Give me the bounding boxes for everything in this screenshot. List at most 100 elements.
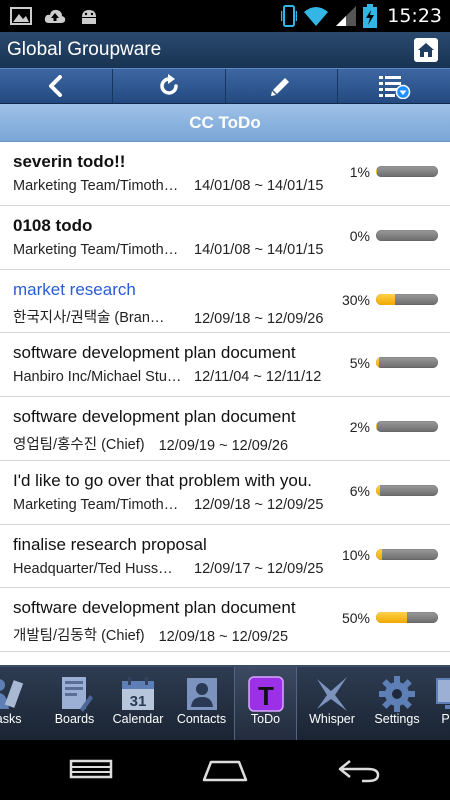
todo-dates: 12/09/18 ~ 12/09/25 bbox=[158, 629, 289, 646]
refresh-icon bbox=[159, 74, 178, 95]
tab-calendar[interactable]: 31 Calendar bbox=[110, 667, 166, 740]
wifi-icon bbox=[304, 7, 329, 26]
todo-dates: 12/11/04 ~ 12/11/12 bbox=[194, 369, 322, 386]
signal-icon bbox=[336, 6, 357, 26]
calendar-icon: 31 bbox=[119, 675, 157, 713]
todo-dates: 12/09/17 ~ 12/09/25 bbox=[194, 560, 324, 577]
settings-icon bbox=[378, 675, 416, 713]
toolbar bbox=[0, 68, 450, 104]
todo-meta: Marketing Team/Timoth… 12/09/18 ~ 12/09/2… bbox=[13, 497, 323, 513]
tab-label: PC bbox=[441, 712, 450, 726]
todo-percent: 50% bbox=[341, 610, 370, 627]
tasks-icon bbox=[0, 675, 25, 713]
todo-progress-fill bbox=[376, 484, 380, 496]
todo-title: I'd like to go over that problem with yo… bbox=[13, 470, 313, 490]
svg-text:T: T bbox=[258, 681, 274, 711]
todo-dates: 12/09/18 ~ 12/09/26 bbox=[194, 310, 324, 327]
recent-apps-button[interactable] bbox=[66, 754, 116, 786]
todo-percent: 6% bbox=[349, 482, 370, 499]
todo-row[interactable]: software development plan document Hanbir… bbox=[0, 333, 450, 397]
todo-title: software development plan document bbox=[13, 407, 296, 426]
app-title: Global Groupware bbox=[7, 39, 162, 60]
todo-progress-bar bbox=[376, 229, 438, 241]
back-icon bbox=[338, 760, 380, 783]
todo-progress-bar bbox=[376, 548, 438, 560]
todo-team: Marketing Team/Timoth… bbox=[13, 241, 179, 258]
todo-progress-bar bbox=[376, 293, 438, 305]
home-nav-button[interactable] bbox=[200, 754, 250, 786]
todo-percent: 1% bbox=[349, 164, 370, 180]
edit-button[interactable] bbox=[226, 69, 339, 103]
tab-pc[interactable]: PC bbox=[430, 667, 450, 740]
todo-row[interactable]: software development plan document 영업팀/홍수… bbox=[0, 397, 450, 461]
todo-progress-fill bbox=[376, 357, 380, 369]
todo-dates: 14/01/08 ~ 14/01/15 bbox=[194, 178, 324, 194]
todo-progress-fill bbox=[376, 548, 383, 560]
todo-meta: 개발팀/김동학 (Chief) 12/09/18 ~ 12/09/25 bbox=[13, 624, 288, 645]
tab-todo[interactable]: T ToDo bbox=[234, 667, 297, 740]
back-nav-button[interactable] bbox=[334, 754, 384, 786]
todo-title: software development plan document bbox=[13, 343, 296, 363]
vibrate-icon bbox=[281, 5, 298, 27]
todo-team: Hanbiro Inc/Michael Stu… bbox=[13, 369, 182, 386]
back-icon bbox=[48, 75, 62, 97]
todo-progress-bar bbox=[376, 166, 438, 177]
todo-row[interactable]: 0108 todo Marketing Team/Timoth… 14/01/08 … bbox=[0, 205, 450, 270]
todo-title: market research bbox=[13, 279, 136, 299]
edit-icon bbox=[271, 78, 290, 96]
whisper-icon bbox=[313, 675, 351, 713]
list-filter-icon bbox=[379, 76, 411, 99]
todo-title: 0108 todo bbox=[13, 215, 93, 235]
tab-whisper[interactable]: Whisper bbox=[303, 667, 361, 740]
todo-meta: 한국지사/권택술 (Bran… 12/09/18 ~ 12/09/26 bbox=[13, 306, 323, 327]
todo-percent: 2% bbox=[349, 419, 370, 435]
todo-row[interactable]: I'd like to go over that problem with yo… bbox=[0, 460, 450, 525]
todo-progress-bar bbox=[376, 484, 438, 496]
todo-title: software development plan document bbox=[13, 598, 296, 618]
home-button[interactable] bbox=[414, 38, 438, 62]
todo-meta: Marketing Team/Timoth… 14/01/08 ~ 14/01/1… bbox=[13, 178, 323, 194]
todo-progress-bar bbox=[376, 357, 438, 369]
todo-meta: Marketing Team/Timoth… 14/01/08 ~ 14/01/1… bbox=[13, 242, 323, 258]
todo-team: 영업팀/홍수진 (Chief) bbox=[13, 437, 145, 453]
home-icon bbox=[418, 43, 434, 57]
tab-label: Whisper bbox=[309, 712, 355, 726]
app-title-bar: Global Groupware bbox=[0, 32, 450, 68]
recent-apps-icon bbox=[69, 759, 113, 779]
bottom-tab-bar: Tasks Boards 31 Calendar Contacts TToDo Whispe… bbox=[0, 665, 450, 740]
todo-icon: T bbox=[247, 675, 285, 713]
refresh-button[interactable] bbox=[113, 69, 226, 103]
cloud-upload-icon bbox=[44, 9, 66, 23]
pc-icon bbox=[431, 675, 450, 713]
todo-row[interactable]: software development plan document 개발팀/김동… bbox=[0, 588, 450, 652]
tab-label: Tasks bbox=[0, 712, 22, 726]
tab-settings[interactable]: Settings bbox=[369, 667, 425, 740]
todo-row[interactable]: finalise research proposal Headquarter/Te… bbox=[0, 524, 450, 589]
tab-boards[interactable]: Boards bbox=[47, 667, 102, 740]
tab-label: Contacts bbox=[176, 712, 227, 726]
tab-contacts[interactable]: Contacts bbox=[173, 667, 230, 740]
tab-tasks[interactable]: Tasks bbox=[0, 667, 33, 740]
todo-progress-fill bbox=[376, 293, 395, 305]
home-icon bbox=[202, 760, 248, 782]
back-button[interactable] bbox=[0, 69, 113, 103]
todo-dates: 14/01/08 ~ 14/01/15 bbox=[194, 241, 324, 258]
todo-percent: 0% bbox=[349, 227, 370, 244]
section-header: CC ToDo bbox=[0, 104, 450, 142]
status-bar: 15:23 bbox=[0, 0, 450, 32]
todo-percent: 5% bbox=[349, 355, 370, 372]
todo-meta: Headquarter/Ted Huss… 12/09/17 ~ 12/09/25 bbox=[13, 561, 323, 577]
todo-team: Headquarter/Ted Huss… bbox=[13, 560, 173, 577]
todo-dates: 12/09/18 ~ 12/09/25 bbox=[194, 496, 324, 513]
todo-team: Marketing Team/Timoth… bbox=[13, 496, 179, 513]
svg-text:31: 31 bbox=[130, 693, 147, 710]
boards-icon bbox=[56, 675, 94, 713]
todo-team: 한국지사/권택술 (Bran… bbox=[13, 309, 165, 326]
tab-label: ToDo bbox=[250, 712, 281, 726]
todo-row[interactable]: market research 한국지사/권택술 (Bran… 12/09/18 ~… bbox=[0, 269, 450, 334]
todo-percent: 10% bbox=[341, 546, 370, 563]
list-filter-button[interactable] bbox=[338, 69, 450, 103]
todo-row[interactable]: severin todo!! Marketing Team/Timoth… 14/0… bbox=[0, 142, 450, 206]
todo-meta: 영업팀/홍수진 (Chief) 12/09/19 ~ 12/09/26 bbox=[13, 433, 288, 454]
todo-title: severin todo!! bbox=[13, 152, 126, 171]
